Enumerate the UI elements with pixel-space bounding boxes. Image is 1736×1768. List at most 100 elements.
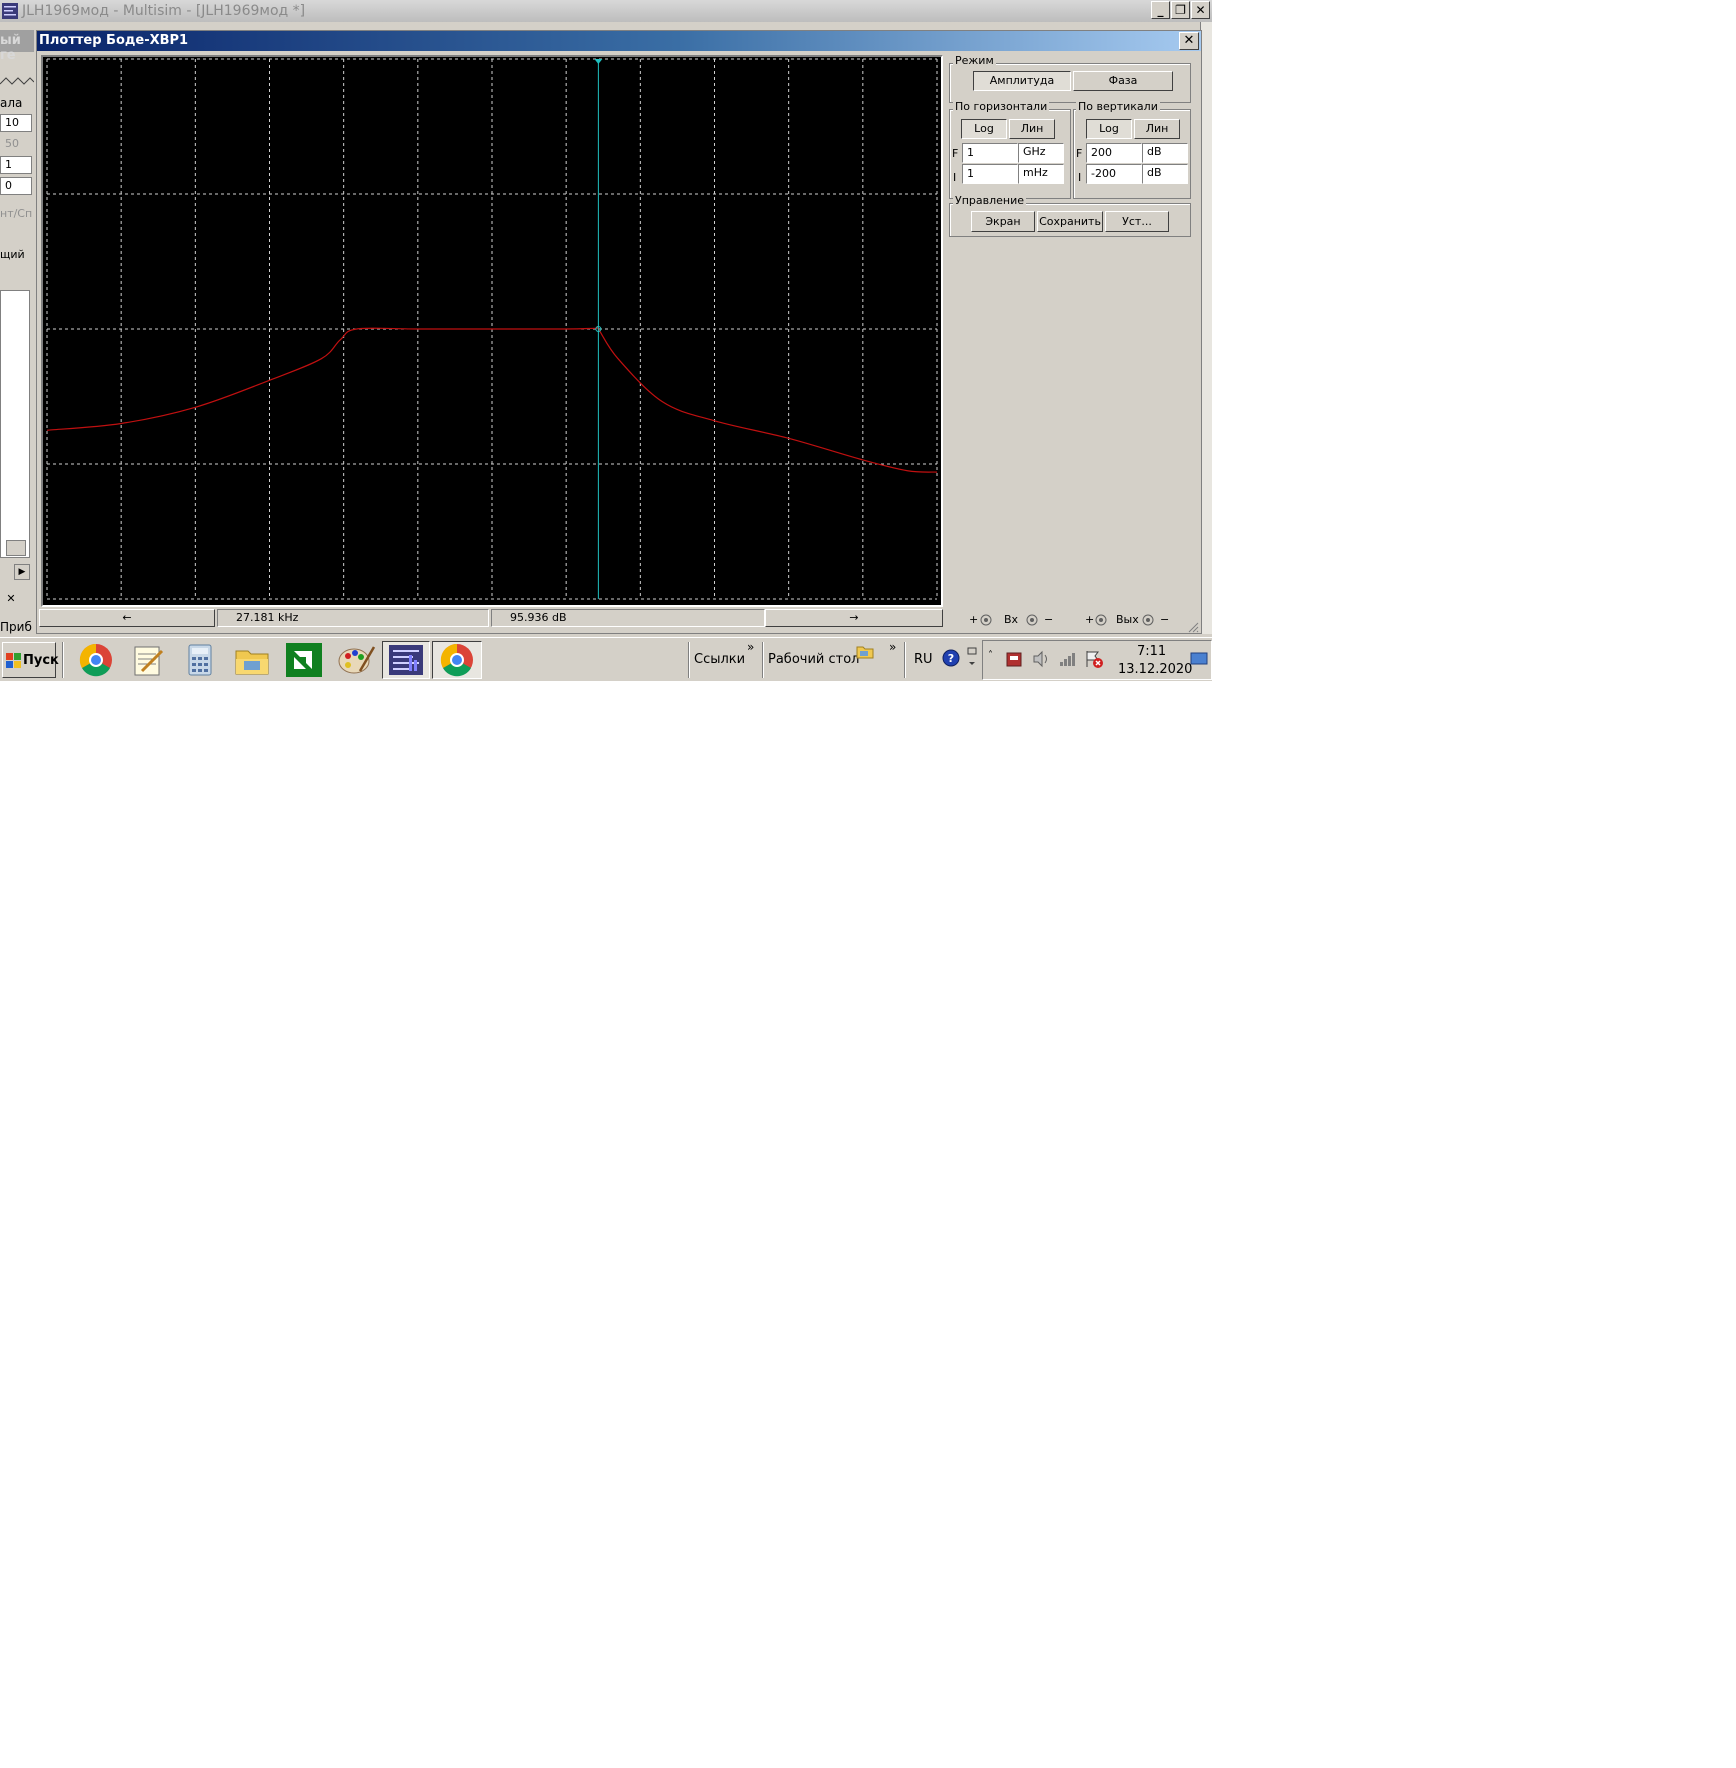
resize-grip-icon[interactable] xyxy=(1187,621,1199,633)
output-plus-label: + xyxy=(1085,613,1095,626)
action-center-flag-icon[interactable] xyxy=(1084,649,1104,669)
cursor-value-readout: 95.936 dB xyxy=(491,609,765,627)
desktop-chevron[interactable]: » xyxy=(889,640,896,654)
mode-group-label: Режим xyxy=(953,54,996,67)
antivirus-tray-icon[interactable] xyxy=(1004,649,1024,669)
left-field-1[interactable]: 10 xyxy=(0,114,32,132)
multisim-taskbar-icon[interactable] xyxy=(382,641,430,679)
horizontal-initial-unit[interactable]: mHz xyxy=(1018,164,1064,184)
file-explorer-icon[interactable] xyxy=(230,641,274,679)
help-icon[interactable]: ? xyxy=(942,649,960,667)
bode-plot-svg xyxy=(46,58,938,600)
horizontal-f-label: F xyxy=(952,147,959,160)
minimize-button[interactable]: _ xyxy=(1151,1,1170,19)
left-label-ala: ала xyxy=(0,96,23,110)
vertical-final-unit[interactable]: dB xyxy=(1142,143,1188,163)
left-panel-titlebar: ый ге xyxy=(0,30,34,63)
vertical-initial-unit[interactable]: dB xyxy=(1142,164,1188,184)
horizontal-lin-button[interactable]: Лин xyxy=(1009,119,1055,139)
close-button[interactable]: ✕ xyxy=(1191,1,1210,19)
network-signal-icon[interactable] xyxy=(1058,649,1078,669)
bode-titlebar[interactable]: Плоттер Боде-XBP1 ✕ xyxy=(37,31,1201,51)
svg-text:?: ? xyxy=(948,652,954,665)
vertical-lin-button[interactable]: Лин xyxy=(1134,119,1180,139)
arrow-right-icon: → xyxy=(849,611,859,624)
green-app-icon[interactable] xyxy=(282,641,326,679)
horizontal-i-label: I xyxy=(953,171,957,184)
bode-title: Плоттер Боде-XBP1 xyxy=(39,33,189,48)
output-minus-terminal-icon[interactable] xyxy=(1142,614,1154,626)
left-list-box[interactable] xyxy=(0,290,30,558)
multisim-app-icon xyxy=(2,3,18,19)
left-panel-title: ый ге xyxy=(0,33,21,63)
calculator-icon[interactable] xyxy=(178,641,222,679)
vertical-i-label: I xyxy=(1078,171,1082,184)
left-scroll-right-arrow[interactable]: ▶ xyxy=(14,564,30,580)
left-text-shch: щий xyxy=(0,248,25,261)
horizontal-initial-field[interactable]: 1 xyxy=(962,164,1018,184)
main-window-title: JLH1969мод - Multisim - [JLH1969мод *] xyxy=(22,3,306,19)
main-titlebar[interactable]: JLH1969мод - Multisim - [JLH1969мод *] _… xyxy=(0,0,1212,22)
waveform-icon[interactable] xyxy=(0,74,34,88)
start-button[interactable]: Пуск xyxy=(2,642,59,678)
vertical-group-label: По вертикали xyxy=(1076,100,1160,113)
vertical-log-button[interactable]: Log xyxy=(1086,119,1132,139)
amplitude-button[interactable]: Амплитуда xyxy=(973,71,1071,91)
vertical-initial-field[interactable]: -200 xyxy=(1086,164,1142,184)
arrow-left-icon: ← xyxy=(122,611,132,624)
chrome-taskbar-icon[interactable] xyxy=(432,641,482,679)
bode-plotter-dialog: Плоттер Боде-XBP1 ✕ ← 27.181 kHz 95.936 … xyxy=(36,30,1202,634)
tray-expand-icon[interactable]: ˄ xyxy=(988,650,993,661)
vertical-final-field[interactable]: 200 xyxy=(1086,143,1142,163)
input-plus-label: + xyxy=(969,613,979,626)
start-label: Пуск xyxy=(23,653,59,668)
taskbar: Пуск Ссылки » Рабочий стол » RU ? ˄ 7:11… xyxy=(0,637,1212,681)
phase-button[interactable]: Фаза xyxy=(1073,71,1173,91)
clock-time[interactable]: 7:11 xyxy=(1137,644,1166,659)
restore-button[interactable]: ❐ xyxy=(1171,1,1190,19)
left-bottom-label: Приб xyxy=(0,620,32,634)
horizontal-final-unit[interactable]: GHz xyxy=(1018,143,1064,163)
left-field-2: 50 xyxy=(0,135,32,153)
output-minus-label: − xyxy=(1160,613,1170,626)
links-toolbar[interactable]: Ссылки xyxy=(694,652,745,667)
show-desktop-icon[interactable] xyxy=(1190,651,1208,667)
horizontal-final-field[interactable]: 1 xyxy=(962,143,1018,163)
reverse-screen-button[interactable]: Экран xyxy=(971,211,1035,232)
cursor-left-button[interactable]: ← xyxy=(39,609,215,627)
cursor-frequency-readout: 27.181 kHz xyxy=(217,609,489,627)
cursor-marker-top xyxy=(594,59,603,64)
bode-plot-area[interactable] xyxy=(41,55,943,607)
left-field-3[interactable]: 1 xyxy=(0,156,32,174)
input-minus-label: − xyxy=(1044,613,1054,626)
volume-icon[interactable] xyxy=(1031,649,1051,669)
desktop-toolbar[interactable]: Рабочий стол xyxy=(768,652,859,667)
input-plus-terminal-icon[interactable] xyxy=(980,614,992,626)
left-field-4[interactable]: 0 xyxy=(0,177,32,195)
left-text-cut: нт/Сп xyxy=(0,207,33,220)
horizontal-group-label: По горизонтали xyxy=(953,100,1050,113)
chrome-quicklaunch-icon[interactable] xyxy=(74,641,118,679)
taskbar-separator xyxy=(762,642,764,678)
taskbar-separator xyxy=(904,642,906,678)
settings-button[interactable]: Уст... xyxy=(1105,211,1169,232)
notepad-icon[interactable] xyxy=(126,641,170,679)
left-close-icon[interactable]: ✕ xyxy=(4,592,18,606)
input-minus-terminal-icon[interactable] xyxy=(1026,614,1038,626)
vertical-f-label: F xyxy=(1076,147,1083,160)
left-scroll-thumb[interactable] xyxy=(6,540,26,556)
language-indicator[interactable]: RU xyxy=(914,652,933,667)
paint-icon[interactable] xyxy=(334,641,378,679)
language-options-icon[interactable] xyxy=(967,647,977,669)
windows-logo-icon xyxy=(6,653,21,668)
cursor-right-button[interactable]: → xyxy=(765,609,943,627)
save-button[interactable]: Сохранить xyxy=(1037,211,1103,232)
horizontal-log-button[interactable]: Log xyxy=(961,119,1007,139)
taskbar-separator xyxy=(62,642,64,678)
control-group-label: Управление xyxy=(953,194,1027,207)
clock-date[interactable]: 13.12.2020 xyxy=(1118,662,1192,677)
bode-close-button[interactable]: ✕ xyxy=(1179,32,1199,50)
links-chevron[interactable]: » xyxy=(747,640,754,654)
output-plus-terminal-icon[interactable] xyxy=(1095,614,1107,626)
desktop-folder-icon[interactable] xyxy=(856,644,874,660)
